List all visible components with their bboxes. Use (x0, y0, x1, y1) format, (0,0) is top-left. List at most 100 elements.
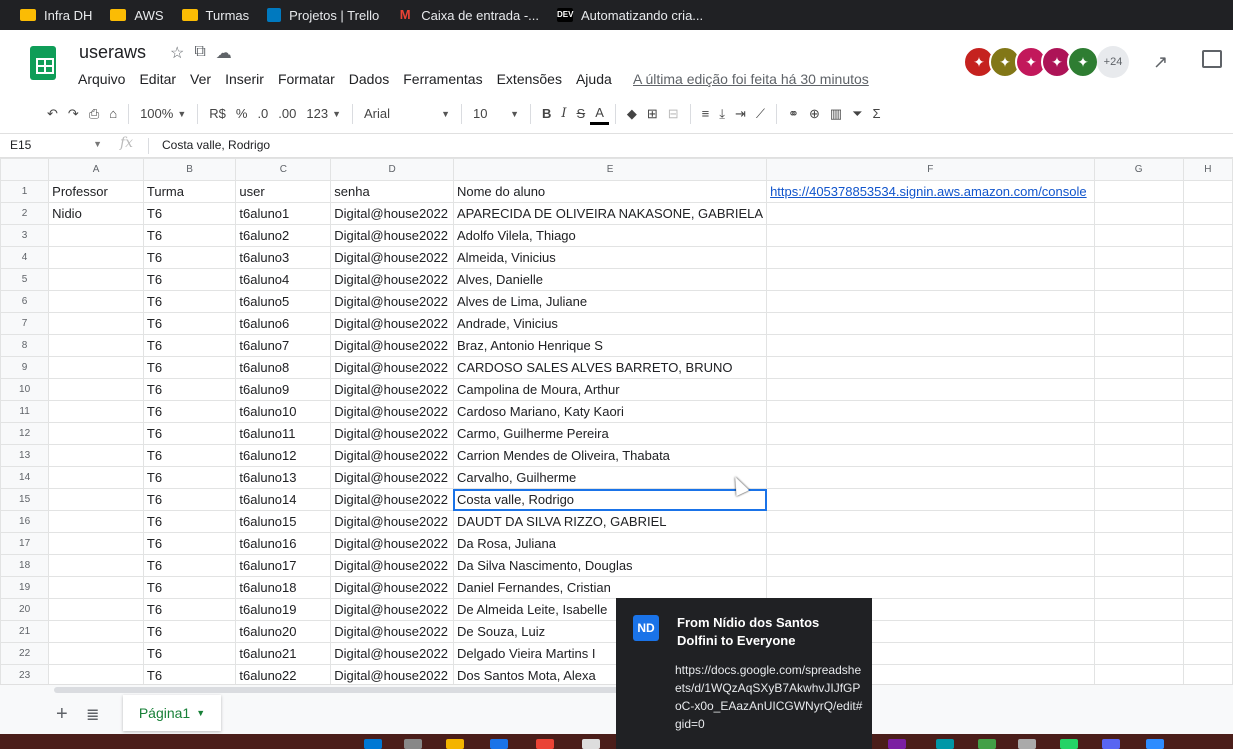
cell-e3[interactable]: Adolfo Vilela, Thiago (452, 224, 768, 247)
cell-d13[interactable]: Digital@house2022 (330, 444, 454, 467)
cell-h21[interactable] (1182, 620, 1233, 643)
strikethrough-icon[interactable]: S (572, 100, 591, 128)
cell-b15[interactable]: T6 (142, 488, 237, 511)
cell-e15[interactable]: Costa valle, Rodrigo (452, 488, 768, 511)
cell-f1[interactable]: https://405378853534.signin.aws.amazon.c… (766, 180, 1095, 203)
functions-icon[interactable]: Σ (868, 100, 886, 128)
cell-d2[interactable]: Digital@house2022 (330, 202, 454, 225)
cell-h20[interactable] (1182, 598, 1233, 621)
cell-c12[interactable]: t6aluno11 (235, 422, 332, 445)
column-header-a[interactable]: A (48, 158, 144, 181)
cell-b3[interactable]: T6 (142, 224, 237, 247)
bold-icon[interactable]: B (537, 100, 556, 128)
cell-h2[interactable] (1182, 202, 1233, 225)
cell-g10[interactable] (1093, 378, 1184, 401)
cell-g8[interactable] (1093, 334, 1184, 357)
insert-chart-icon[interactable]: ▥ (825, 100, 847, 128)
cell-d8[interactable]: Digital@house2022 (330, 334, 454, 357)
chrome-icon[interactable] (536, 739, 554, 749)
cell-a16[interactable] (48, 510, 144, 533)
row-header-9[interactable]: 9 (0, 356, 50, 379)
more-collaborators-badge[interactable]: +24 (1097, 46, 1129, 78)
cell-b22[interactable]: T6 (142, 642, 237, 665)
percent-format-button[interactable]: % (231, 100, 253, 128)
menu-formatar[interactable]: Formatar (278, 71, 335, 87)
undo-icon[interactable]: ↶ (42, 100, 63, 128)
add-sheet-icon[interactable]: + (56, 703, 68, 726)
cell-c15[interactable]: t6aluno14 (235, 488, 332, 511)
cell-f3[interactable] (766, 224, 1095, 247)
cell-a22[interactable] (48, 642, 144, 665)
sheet-tab-pagina1[interactable]: Página1 ▼ (123, 695, 221, 731)
cell-h13[interactable] (1182, 444, 1233, 467)
row-header-7[interactable]: 7 (0, 312, 50, 335)
cell-h14[interactable] (1182, 466, 1233, 489)
taskbar-app-icon[interactable] (582, 739, 600, 749)
row-header-19[interactable]: 19 (0, 576, 50, 599)
column-header-b[interactable]: B (142, 158, 237, 181)
cell-b13[interactable]: T6 (142, 444, 237, 467)
taskbar-app-icon[interactable] (978, 739, 996, 749)
cell-f5[interactable] (766, 268, 1095, 291)
cell-b2[interactable]: T6 (142, 202, 237, 225)
cell-f6[interactable] (766, 290, 1095, 313)
cell-f12[interactable] (766, 422, 1095, 445)
cell-h10[interactable] (1182, 378, 1233, 401)
paint-format-icon[interactable]: ⌂ (104, 100, 122, 128)
cell-c18[interactable]: t6aluno17 (235, 554, 332, 577)
cell-h7[interactable] (1182, 312, 1233, 335)
star-icon[interactable]: ☆ (170, 43, 184, 63)
row-header-18[interactable]: 18 (0, 554, 50, 577)
cell-e9[interactable]: CARDOSO SALES ALVES BARRETO, BRUNO (452, 356, 768, 379)
cell-a14[interactable] (48, 466, 144, 489)
cell-b18[interactable]: T6 (142, 554, 237, 577)
cell-b17[interactable]: T6 (142, 532, 237, 555)
row-header-8[interactable]: 8 (0, 334, 50, 357)
row-header-23[interactable]: 23 (0, 664, 50, 684)
column-header-c[interactable]: C (235, 158, 332, 181)
cell-e1[interactable]: Nome do aluno (452, 180, 768, 203)
borders-icon[interactable]: ⊞ (642, 100, 663, 128)
cell-c22[interactable]: t6aluno21 (235, 642, 332, 665)
cell-f17[interactable] (766, 532, 1095, 555)
cell-b8[interactable]: T6 (142, 334, 237, 357)
cell-h1[interactable] (1182, 180, 1233, 203)
cell-c11[interactable]: t6aluno10 (235, 400, 332, 423)
filter-icon[interactable]: ⏷ (847, 100, 867, 128)
bookmark-dev[interactable]: DEV Automatizando cria... (557, 8, 703, 23)
row-header-12[interactable]: 12 (0, 422, 50, 445)
cell-f7[interactable] (766, 312, 1095, 335)
cell-b11[interactable]: T6 (142, 400, 237, 423)
menu-inserir[interactable]: Inserir (225, 71, 264, 87)
font-size-select[interactable]: 10 ▼ (468, 100, 524, 128)
cell-d21[interactable]: Digital@house2022 (330, 620, 454, 643)
cell-b12[interactable]: T6 (142, 422, 237, 445)
cell-h9[interactable] (1182, 356, 1233, 379)
print-icon[interactable]: ⎙ (84, 100, 104, 128)
cell-c20[interactable]: t6aluno19 (235, 598, 332, 621)
row-header-2[interactable]: 2 (0, 202, 50, 225)
cell-c21[interactable]: t6aluno20 (235, 620, 332, 643)
cell-c4[interactable]: t6aluno3 (235, 246, 332, 269)
cell-b1[interactable]: Turma (142, 180, 237, 203)
cell-d23[interactable]: Digital@house2022 (330, 664, 454, 684)
cell-a12[interactable] (48, 422, 144, 445)
cell-c7[interactable]: t6aluno6 (235, 312, 332, 335)
cell-g12[interactable] (1093, 422, 1184, 445)
cell-b20[interactable]: T6 (142, 598, 237, 621)
cell-a3[interactable] (48, 224, 144, 247)
cell-h17[interactable] (1182, 532, 1233, 555)
document-title[interactable]: useraws (79, 42, 146, 63)
cell-f10[interactable] (766, 378, 1095, 401)
vertical-align-icon[interactable]: ⤓ (714, 100, 730, 128)
cell-g14[interactable] (1093, 466, 1184, 489)
cell-g4[interactable] (1093, 246, 1184, 269)
row-header-1[interactable]: 1 (0, 180, 50, 203)
cell-e5[interactable]: Alves, Danielle (452, 268, 768, 291)
name-box[interactable]: E15 ▼ (10, 138, 106, 152)
insert-link-icon[interactable]: ⚭ (783, 100, 804, 128)
whatsapp-icon[interactable] (1060, 739, 1078, 749)
cell-e8[interactable]: Braz, Antonio Henrique S (452, 334, 768, 357)
cell-g22[interactable] (1093, 642, 1184, 665)
cell-b4[interactable]: T6 (142, 246, 237, 269)
